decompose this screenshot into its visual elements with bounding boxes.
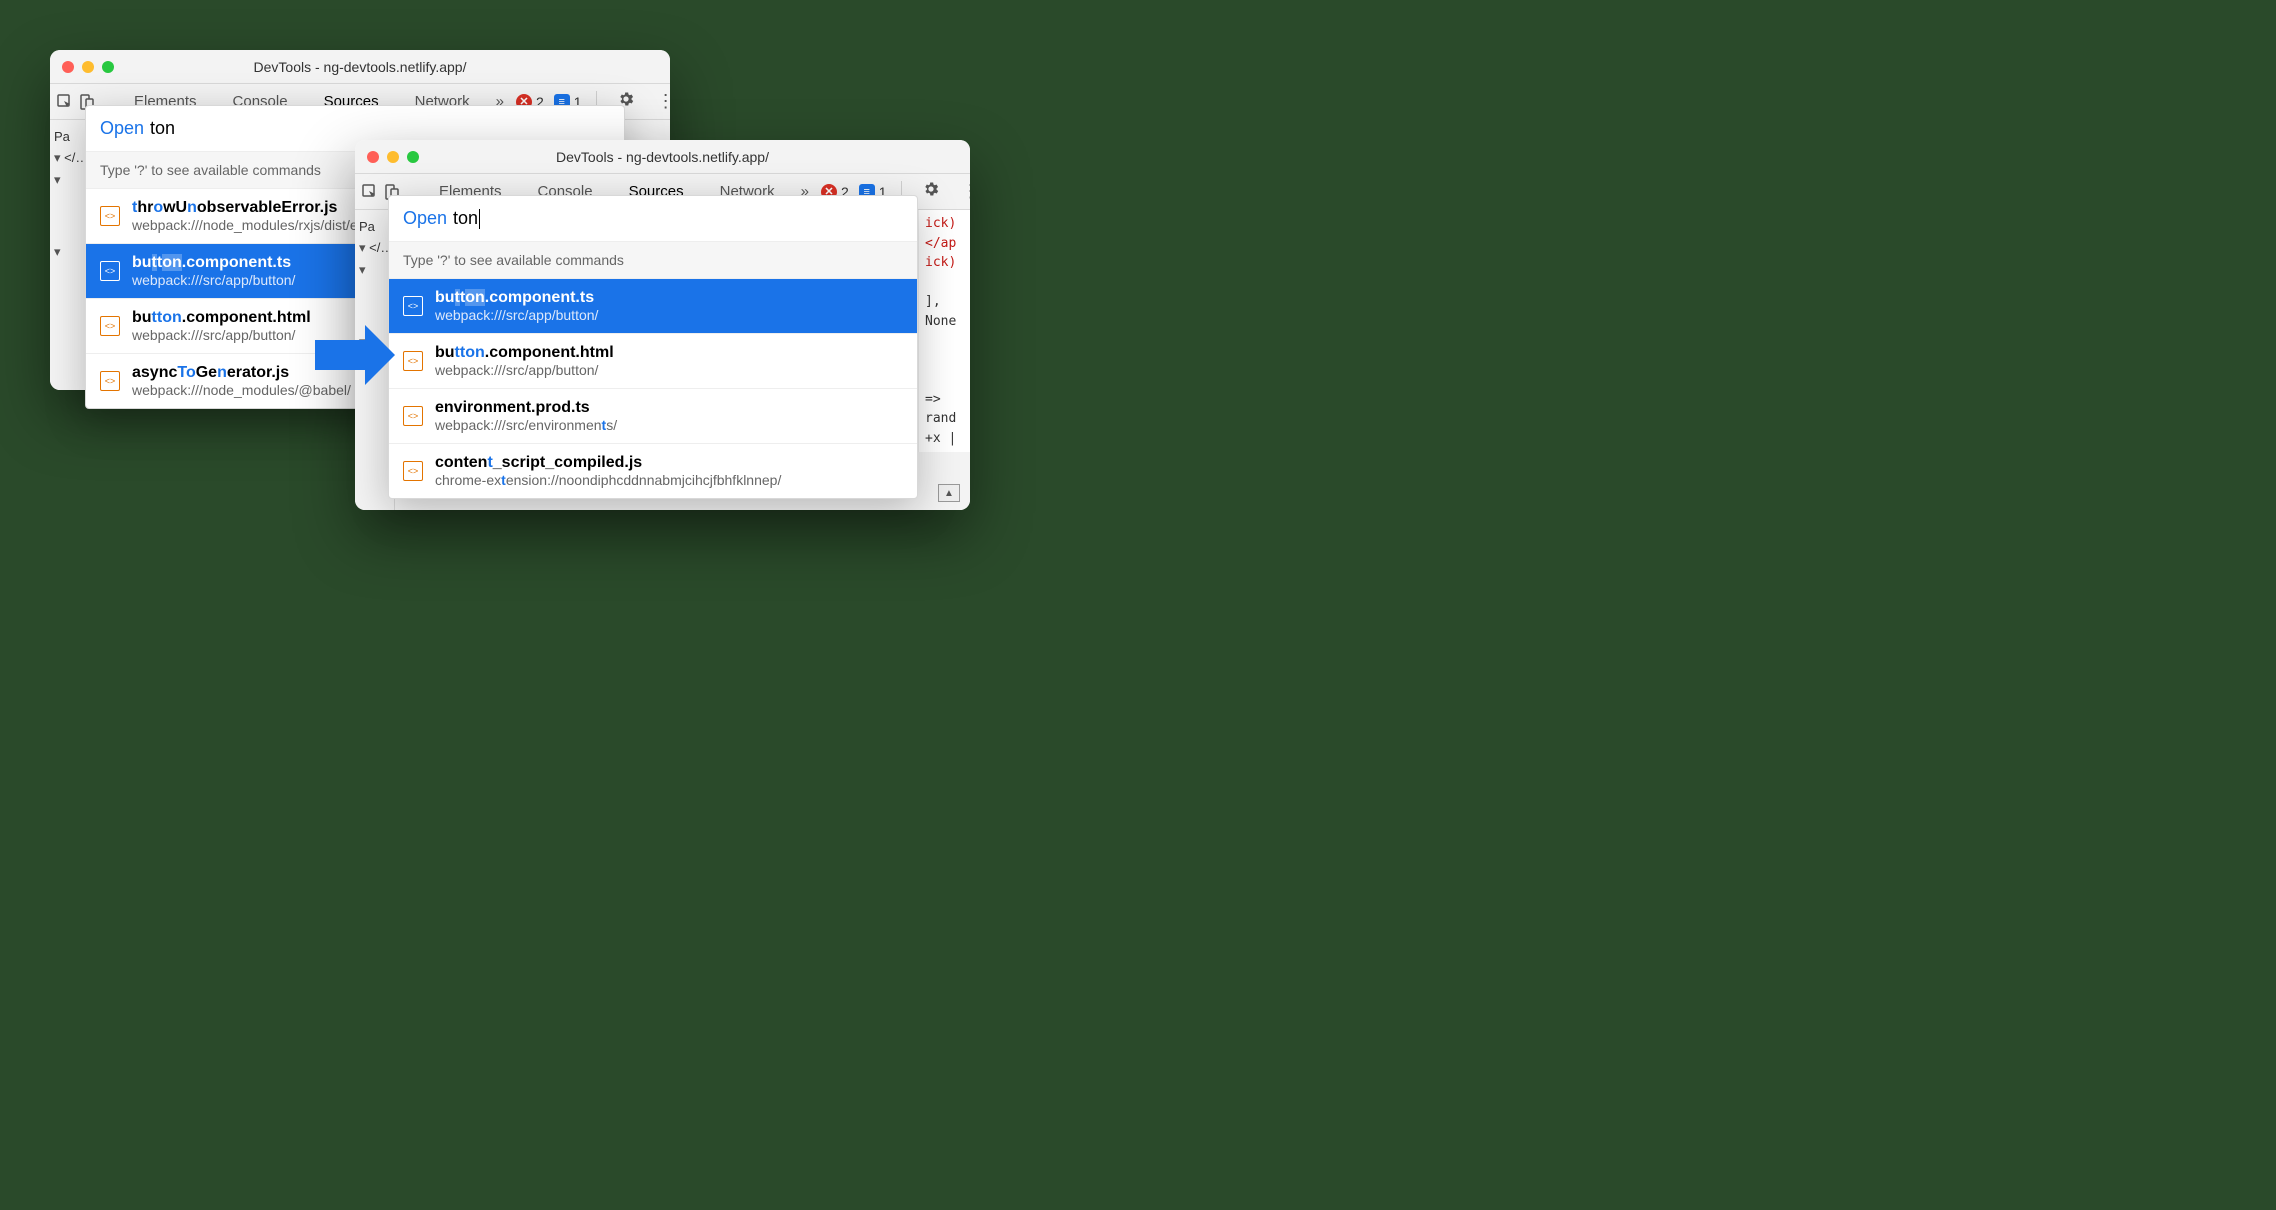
titlebar: DevTools - ng-devtools.netlify.app/ — [50, 50, 670, 84]
quickopen-results: <>button.component.tswebpack:///src/app/… — [389, 279, 917, 498]
file-icon: <> — [403, 406, 423, 426]
quickopen-result[interactable]: <> button.component.htmlwebpack:///src/ap… — [389, 333, 917, 388]
traffic-lights — [62, 61, 114, 73]
quickopen-result[interactable]: <> environment.prod.tswebpack:///src/envi… — [389, 388, 917, 443]
close-icon[interactable] — [367, 151, 379, 163]
code-line — [925, 273, 964, 293]
tree-row[interactable] — [54, 241, 85, 263]
page-label: Pa — [54, 126, 85, 147]
result-name: button.component.html — [435, 344, 903, 362]
minimize-icon[interactable] — [387, 151, 399, 163]
tree-row[interactable]: </… — [54, 147, 85, 169]
result-path: webpack:///src/environments/ — [435, 417, 903, 433]
quickopen-hint: Type '?' to see available commands — [389, 242, 917, 279]
settings-icon[interactable] — [916, 180, 946, 203]
quickopen-result[interactable]: <> content_script_compiled.jschrome-exten… — [389, 443, 917, 498]
tree-row[interactable]: </… — [359, 237, 390, 259]
file-icon: <> — [100, 206, 120, 226]
result-path: chrome-extension://noondiphcddnnabmjcihc… — [435, 472, 903, 488]
code-line — [925, 370, 964, 390]
tree-row[interactable] — [54, 169, 85, 191]
result-name: button.component.ts — [435, 289, 903, 307]
code-line: +x | — [925, 429, 964, 449]
code-line: ick) — [925, 214, 964, 234]
quickopen-result[interactable]: <> button.component.tswebpack:///src/app/… — [389, 279, 917, 333]
code-line: ], — [925, 292, 964, 312]
code-snippet: ick)</apick) ],None =>rand+x | — [918, 210, 970, 452]
search-query: ton — [453, 208, 480, 229]
code-line: => — [925, 390, 964, 410]
file-icon: <> — [100, 371, 120, 391]
window-title: DevTools - ng-devtools.netlify.app/ — [367, 149, 958, 165]
code-line: None — [925, 312, 964, 332]
result-name: environment.prod.ts — [435, 399, 903, 417]
drawer-toggle-icon[interactable]: ▲ — [938, 484, 960, 502]
result-name: content_script_compiled.js — [435, 454, 903, 472]
window-title: DevTools - ng-devtools.netlify.app/ — [62, 59, 658, 75]
open-label: Open — [403, 208, 447, 229]
inspect-icon[interactable] — [56, 89, 74, 115]
arrow-icon — [315, 325, 395, 390]
code-line: ick) — [925, 253, 964, 273]
search-query: ton — [150, 118, 175, 139]
file-icon: <> — [403, 296, 423, 316]
code-line — [925, 331, 964, 351]
quickopen-b: Open ton Type '?' to see available comma… — [388, 195, 918, 499]
inspect-icon[interactable] — [361, 179, 379, 205]
file-icon: <> — [100, 316, 120, 336]
result-path: webpack:///src/app/button/ — [435, 362, 903, 378]
code-line: </ap — [925, 234, 964, 254]
minimize-icon[interactable] — [82, 61, 94, 73]
traffic-lights — [367, 151, 419, 163]
page-label: Pa — [359, 216, 390, 237]
tree-row[interactable] — [359, 259, 390, 281]
kebab-icon[interactable]: ⋮ — [651, 91, 670, 112]
code-line — [925, 351, 964, 371]
file-icon: <> — [100, 261, 120, 281]
close-icon[interactable] — [62, 61, 74, 73]
file-icon: <> — [403, 351, 423, 371]
zoom-icon[interactable] — [102, 61, 114, 73]
open-label: Open — [100, 118, 144, 139]
kebab-icon[interactable]: ⋮ — [956, 181, 970, 202]
page-panel: Pa </… — [50, 120, 90, 390]
result-path: webpack:///src/app/button/ — [435, 307, 903, 323]
titlebar: DevTools - ng-devtools.netlify.app/ — [355, 140, 970, 174]
file-icon: <> — [403, 461, 423, 481]
zoom-icon[interactable] — [407, 151, 419, 163]
code-line: rand — [925, 409, 964, 429]
quickopen-search[interactable]: Open ton — [389, 196, 917, 242]
